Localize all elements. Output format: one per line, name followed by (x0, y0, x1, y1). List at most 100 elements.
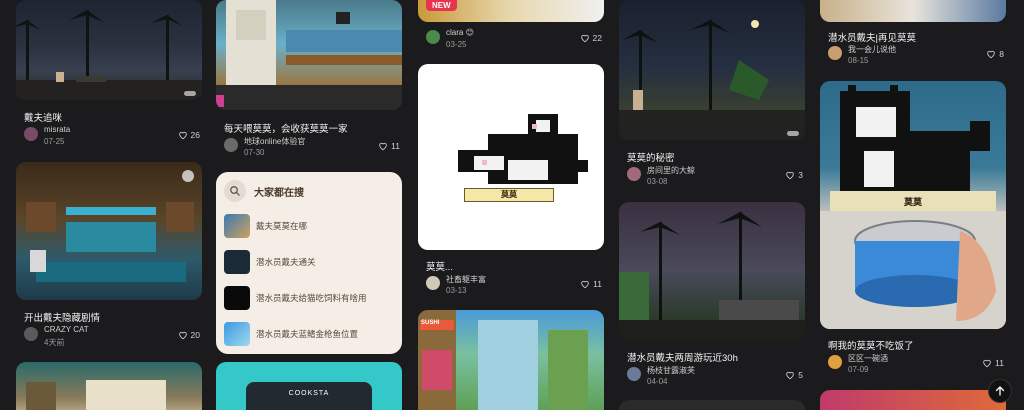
trending-search-item[interactable]: 戴夫莫莫在哪 (224, 214, 394, 238)
heart-outline-icon (786, 371, 795, 380)
like-button[interactable]: 20 (178, 330, 200, 340)
author-name[interactable]: misrata (44, 125, 70, 134)
card-title[interactable]: 啊我的莫莫不吃饭了 (828, 338, 914, 352)
card-meta: clara 😊 03-25 22 (426, 28, 602, 52)
sushi-sign: SUSHI (421, 320, 440, 326)
author-name[interactable]: 我一会儿说他 (848, 44, 896, 55)
card-thumbnail[interactable] (619, 202, 805, 340)
card-thumbnail[interactable]: 莫莫 (418, 64, 604, 250)
author-name[interactable]: 杨枝甘露淑芙 (647, 365, 695, 376)
card-thumbnail[interactable] (16, 162, 202, 300)
author-name[interactable]: 房间里的大鲸 (647, 165, 695, 176)
feed-card[interactable]: 潜水员戴夫两周游玩近30h 杨枝甘露淑芙 04-04 5 (619, 202, 805, 392)
post-date: 4天前 (44, 338, 65, 347)
avatar[interactable] (24, 327, 38, 341)
card-title[interactable]: 潜水员戴夫|再见莫莫 (828, 30, 916, 44)
feed-card[interactable]: 每天喂莫莫，会收获莫莫一家 地球online体验官 07-30 11 (216, 0, 402, 162)
author-name[interactable]: 区区一碗酒 (848, 353, 888, 364)
search-thumbnail (224, 214, 250, 238)
game-scene (216, 0, 402, 110)
game-scene (26, 202, 194, 282)
author-name[interactable]: 社畜躯丰富 (446, 274, 486, 285)
search-term: 戴夫莫莫在哪 (256, 221, 308, 231)
feed-card[interactable] (16, 362, 202, 410)
card-thumbnail[interactable] (16, 0, 202, 100)
heart-outline-icon (178, 331, 187, 340)
like-button[interactable]: 11 (378, 141, 400, 151)
card-meta: CRAZY CAT 4天前 20 (24, 325, 200, 349)
card-meta: 杨枝甘露淑芙 04-04 5 (627, 365, 803, 389)
feed-card[interactable] (619, 400, 805, 410)
cooksta-screen: COOKSTA (246, 382, 372, 410)
trending-searches-panel: 大家都在搜 戴夫莫莫在哪 潜水员戴夫通关 潜水员戴夫给猫吃饲料有啥用 潜水员戴夫… (216, 172, 402, 354)
like-count: 8 (999, 49, 1004, 59)
feed-card[interactable] (820, 390, 1006, 410)
heart-outline-icon (983, 359, 991, 368)
feed-card[interactable]: 莫莫 莫莫... 社畜躯丰富 03-13 11 (418, 64, 604, 298)
author-name[interactable]: clara 😊 (446, 28, 474, 37)
avatar[interactable] (224, 138, 238, 152)
heart-outline-icon (786, 171, 795, 180)
post-date: 03-13 (446, 286, 467, 295)
trending-search-item[interactable]: 潜水员戴夫通关 (224, 250, 394, 274)
card-thumbnail[interactable] (820, 390, 1006, 410)
author-name[interactable]: CRAZY CAT (44, 325, 89, 334)
card-title[interactable]: 每天喂莫莫，会收获莫莫一家 (224, 121, 348, 135)
search-term: 潜水员戴夫给猫吃饲料有啥用 (256, 293, 367, 303)
card-title[interactable]: 莫莫的秘密 (627, 150, 675, 164)
author-name[interactable]: 地球online体验官 (244, 136, 305, 147)
card-thumbnail[interactable] (619, 400, 805, 410)
card-thumbnail[interactable] (216, 0, 402, 110)
like-button[interactable]: 8 (986, 49, 1004, 59)
heart-outline-icon (379, 142, 387, 151)
pixel-cat-illustration (458, 114, 588, 184)
card-meta: 区区一碗酒 07-09 11 (828, 353, 1004, 377)
feed-card[interactable]: 戴夫追咪 misrata 07-25 26 (16, 0, 202, 150)
card-title[interactable]: 莫莫... (426, 259, 453, 273)
avatar[interactable] (828, 355, 842, 369)
heart-outline-icon (581, 280, 589, 289)
avatar[interactable] (627, 167, 641, 181)
like-count: 5 (798, 370, 803, 380)
like-button[interactable]: 5 (785, 370, 803, 380)
feed-card[interactable]: 潜水员戴夫|再见莫莫 我一会儿说他 08-15 8 (820, 0, 1006, 70)
like-button[interactable]: 22 (580, 33, 602, 43)
card-thumbnail[interactable]: COOKSTA (216, 362, 402, 410)
like-count: 3 (798, 170, 803, 180)
card-title[interactable]: 潜水员戴夫两周游玩近30h (627, 350, 738, 364)
trending-header: 大家都在搜 (224, 180, 304, 202)
card-thumbnail[interactable]: SUSHI (418, 310, 604, 410)
avatar[interactable] (426, 30, 440, 44)
card-thumbnail[interactable]: NEW (418, 0, 604, 22)
heart-outline-icon (178, 131, 187, 140)
like-button[interactable]: 26 (178, 130, 200, 140)
post-date: 04-04 (647, 377, 668, 386)
card-thumbnail[interactable] (16, 362, 202, 410)
card-thumbnail[interactable] (619, 0, 805, 140)
feed-card[interactable]: 莫莫的秘密 房间里的大鲸 03-08 3 (619, 0, 805, 190)
card-thumbnail[interactable] (820, 0, 1006, 22)
like-button[interactable]: 11 (580, 279, 602, 289)
trending-search-item[interactable]: 潜水员戴夫给猫吃饲料有啥用 (224, 286, 394, 310)
post-date: 03-25 (446, 40, 467, 49)
search-thumbnail (224, 286, 250, 310)
avatar[interactable] (828, 46, 842, 60)
like-button[interactable]: 11 (982, 358, 1004, 368)
search-thumbnail (224, 322, 250, 346)
avatar[interactable] (627, 367, 641, 381)
feed-card[interactable]: NEW clara 😊 03-25 22 (418, 0, 604, 52)
post-date: 08-15 (848, 56, 869, 65)
scroll-to-top-button[interactable] (988, 379, 1012, 403)
feed-card[interactable]: 莫莫 啊我的莫莫不吃饭了 区区一碗酒 07-09 11 (820, 81, 1006, 381)
feed-card[interactable]: COOKSTA (216, 362, 402, 410)
feed-card[interactable]: SUSHI (418, 310, 604, 410)
like-button[interactable]: 3 (785, 170, 803, 180)
trending-search-item[interactable]: 潜水员戴夫蓝鳍金枪鱼位置 (224, 322, 394, 346)
avatar[interactable] (426, 276, 440, 290)
avatar[interactable] (24, 127, 38, 141)
card-title[interactable]: 开出戴夫隐藏剧情 (24, 310, 100, 324)
card-thumbnail[interactable]: 莫莫 (820, 81, 1006, 329)
corner-indicator (184, 91, 196, 96)
feed-card[interactable]: 开出戴夫隐藏剧情 CRAZY CAT 4天前 20 (16, 162, 202, 352)
card-title[interactable]: 戴夫追咪 (24, 110, 62, 124)
